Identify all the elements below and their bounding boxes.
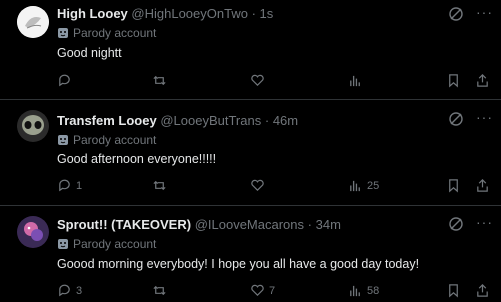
- views-button[interactable]: 25: [348, 178, 379, 193]
- grok-icon[interactable]: [448, 6, 464, 22]
- display-name[interactable]: Transfem Looey: [57, 113, 157, 128]
- parody-text: Parody account: [73, 237, 157, 251]
- timestamp[interactable]: 1s: [260, 6, 274, 21]
- tweet-3[interactable]: Sprout!! (TAKEOVER) @ILooveMacarons · 34…: [0, 206, 501, 302]
- more-icon[interactable]: ···: [476, 214, 493, 230]
- tweet-actions: 3 7 58: [57, 283, 497, 299]
- reply-count: 3: [76, 284, 83, 297]
- tweet-text: Good nightt: [57, 46, 122, 60]
- reply-icon: [59, 284, 70, 297]
- retweet-icon: [153, 180, 166, 191]
- retweet-icon: [153, 75, 166, 86]
- share-button[interactable]: [475, 283, 490, 298]
- tweet-actions: 1 25: [57, 178, 497, 194]
- bookmark-button[interactable]: [446, 73, 461, 88]
- reply-count: 1: [76, 179, 83, 192]
- bookmark-icon: [449, 179, 458, 193]
- more-icon[interactable]: ···: [476, 4, 493, 20]
- share-icon: [477, 74, 488, 87]
- views-icon: [350, 285, 360, 297]
- separator: ·: [307, 217, 312, 232]
- like-button[interactable]: 7: [250, 283, 275, 298]
- parody-mask-icon: [58, 135, 68, 145]
- retweet-icon: [153, 285, 166, 296]
- like-icon: [251, 179, 264, 192]
- like-icon: [251, 74, 264, 87]
- reply-button[interactable]: 1: [57, 178, 82, 193]
- reply-icon: [59, 74, 70, 87]
- tweet-text: Good afternoon everyone!!!!!: [57, 152, 217, 166]
- avatar[interactable]: [17, 110, 49, 142]
- share-button[interactable]: [475, 73, 490, 88]
- like-button[interactable]: [250, 73, 269, 88]
- share-icon: [477, 284, 488, 297]
- parody-label: Parody account: [57, 133, 156, 147]
- views-button[interactable]: 58: [348, 283, 379, 298]
- share-button[interactable]: [475, 178, 490, 193]
- reply-button[interactable]: [57, 73, 76, 88]
- retweet-button[interactable]: [152, 283, 171, 298]
- parody-label: Parody account: [57, 26, 156, 40]
- display-name[interactable]: High Looey: [57, 6, 128, 21]
- views-count: 58: [367, 284, 380, 297]
- user-handle[interactable]: @ILooveMacarons: [195, 217, 304, 232]
- like-button[interactable]: [250, 178, 269, 193]
- views-button[interactable]: [348, 73, 367, 88]
- tweet-2[interactable]: Transfem Looey @LooeyButTrans · 46m Paro…: [0, 100, 501, 206]
- like-icon: [251, 284, 264, 297]
- tweet-header: Sprout!! (TAKEOVER) @ILooveMacarons · 34…: [57, 217, 341, 232]
- user-handle[interactable]: @LooeyButTrans: [160, 113, 261, 128]
- bookmark-button[interactable]: [446, 178, 461, 193]
- user-handle[interactable]: @HighLooeyOnTwo: [131, 6, 248, 21]
- views-icon: [350, 75, 360, 87]
- grok-icon[interactable]: [448, 111, 464, 127]
- parody-text: Parody account: [73, 133, 157, 147]
- tweet-text: Goood morning everybody! I hope you all …: [57, 257, 420, 271]
- parody-text: Parody account: [73, 26, 157, 40]
- views-count: 25: [367, 179, 380, 192]
- grok-icon[interactable]: [448, 216, 464, 232]
- more-icon[interactable]: ···: [476, 109, 493, 125]
- reply-button[interactable]: 3: [57, 283, 82, 298]
- tweet-header: Transfem Looey @LooeyButTrans · 46m: [57, 113, 298, 128]
- avatar[interactable]: [17, 6, 49, 38]
- bookmark-icon: [449, 74, 458, 88]
- parody-label: Parody account: [57, 237, 156, 251]
- retweet-button[interactable]: [152, 73, 171, 88]
- parody-mask-icon: [58, 239, 68, 249]
- timestamp[interactable]: 46m: [273, 113, 298, 128]
- like-count: 7: [269, 284, 276, 297]
- separator: ·: [264, 113, 270, 128]
- retweet-button[interactable]: [152, 178, 171, 193]
- timestamp[interactable]: 34m: [316, 217, 341, 232]
- reply-icon: [59, 179, 70, 192]
- tweet-header: High Looey @HighLooeyOnTwo · 1s: [57, 6, 273, 21]
- share-icon: [477, 179, 488, 192]
- tweet-1[interactable]: High Looey @HighLooeyOnTwo · 1s Parody a…: [0, 0, 501, 100]
- separator: ·: [251, 6, 256, 21]
- views-icon: [350, 180, 360, 192]
- bookmark-button[interactable]: [446, 283, 461, 298]
- display-name[interactable]: Sprout!! (TAKEOVER): [57, 217, 191, 232]
- bookmark-icon: [449, 284, 458, 298]
- parody-mask-icon: [58, 28, 68, 38]
- tweet-actions: [57, 73, 497, 89]
- avatar[interactable]: [17, 216, 49, 248]
